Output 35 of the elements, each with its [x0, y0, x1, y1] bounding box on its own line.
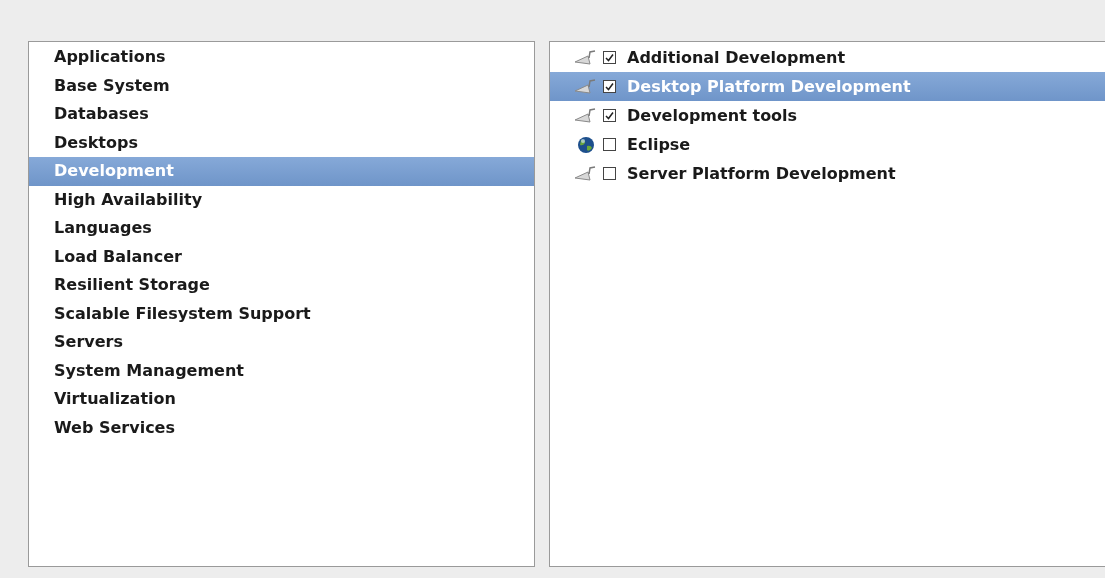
category-item[interactable]: Servers — [29, 328, 534, 357]
package-group-label: Server Platform Development — [627, 162, 896, 185]
category-item[interactable]: High Availability — [29, 185, 534, 214]
category-item[interactable]: Languages — [29, 214, 534, 243]
check-icon — [605, 53, 614, 62]
category-item[interactable]: Applications — [29, 43, 534, 72]
category-item[interactable]: Desktops — [29, 128, 534, 157]
check-icon — [605, 82, 614, 91]
checkbox[interactable] — [603, 167, 616, 180]
category-item[interactable]: Scalable Filesystem Support — [29, 299, 534, 328]
package-group-label: Additional Development — [627, 46, 846, 69]
package-group-row[interactable]: Eclipse — [550, 130, 1105, 159]
checkbox[interactable] — [603, 80, 616, 93]
trowel-icon — [574, 78, 598, 95]
checkbox[interactable] — [603, 51, 616, 64]
category-item[interactable]: Virtualization — [29, 385, 534, 414]
package-group-label: Development tools — [627, 104, 798, 127]
check-icon — [605, 111, 614, 120]
checkbox[interactable] — [603, 138, 616, 151]
package-group-label: Desktop Platform Development — [627, 75, 911, 98]
globe-icon — [576, 135, 596, 154]
category-item[interactable]: Load Balancer — [29, 242, 534, 271]
category-item[interactable]: Base System — [29, 71, 534, 100]
category-item[interactable]: Databases — [29, 100, 534, 129]
package-group-label: Eclipse — [627, 133, 691, 156]
category-item[interactable]: Resilient Storage — [29, 271, 534, 300]
package-group-row[interactable]: Server Platform Development — [550, 159, 1105, 188]
category-item[interactable]: System Management — [29, 356, 534, 385]
package-group-row[interactable]: Development tools — [550, 101, 1105, 130]
trowel-icon — [574, 107, 598, 124]
trowel-icon — [574, 49, 598, 66]
package-group-row[interactable]: Additional Development — [550, 43, 1105, 72]
trowel-icon — [574, 165, 598, 182]
category-item[interactable]: Web Services — [29, 413, 534, 442]
checkbox[interactable] — [603, 109, 616, 122]
